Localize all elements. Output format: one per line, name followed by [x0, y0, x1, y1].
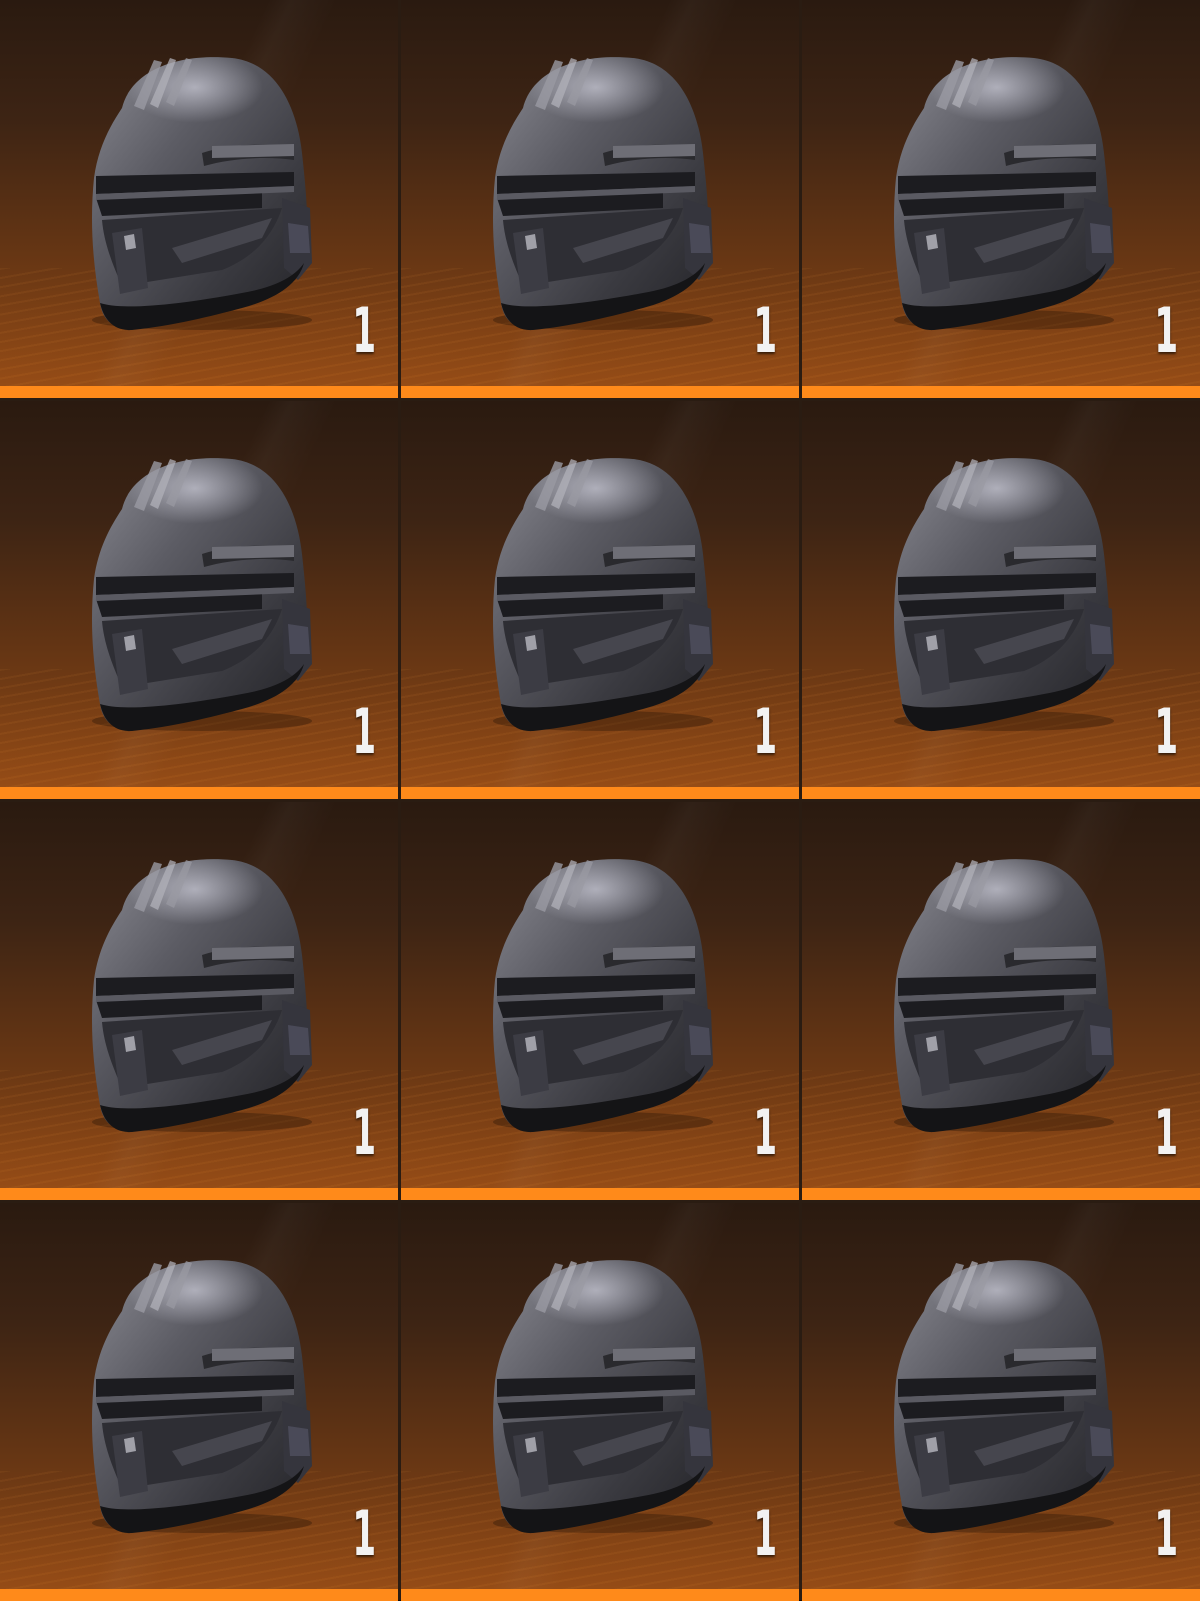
rarity-bar: [0, 1589, 398, 1601]
item-quantity: 1: [352, 695, 376, 768]
inventory-slot[interactable]: 1: [802, 0, 1200, 398]
item-quantity: 1: [1154, 1497, 1178, 1570]
inventory-grid: 1 1 1 1 1 1 1 1 1 1 1 1: [0, 0, 1200, 1601]
inventory-slot[interactable]: 1: [802, 401, 1200, 799]
helmet-icon: [62, 48, 332, 338]
item-quantity: 1: [1154, 695, 1178, 768]
helmet-icon: [864, 48, 1134, 338]
helmet-icon: [62, 449, 332, 739]
item-quantity: 1: [753, 1096, 777, 1169]
helmet-icon: [864, 449, 1134, 739]
rarity-bar: [802, 386, 1200, 398]
inventory-slot[interactable]: 1: [401, 802, 799, 1200]
rarity-bar: [401, 1589, 799, 1601]
item-quantity: 1: [352, 294, 376, 367]
inventory-slot[interactable]: 1: [0, 1203, 398, 1601]
item-quantity: 1: [1154, 1096, 1178, 1169]
rarity-bar: [0, 386, 398, 398]
inventory-slot[interactable]: 1: [802, 802, 1200, 1200]
inventory-slot[interactable]: 1: [0, 802, 398, 1200]
inventory-slot[interactable]: 1: [0, 0, 398, 398]
helmet-icon: [62, 850, 332, 1140]
rarity-bar: [0, 1188, 398, 1200]
rarity-bar: [401, 386, 799, 398]
item-quantity: 1: [753, 294, 777, 367]
item-quantity: 1: [753, 1497, 777, 1570]
inventory-slot[interactable]: 1: [401, 1203, 799, 1601]
rarity-bar: [401, 787, 799, 799]
rarity-bar: [802, 1188, 1200, 1200]
inventory-slot[interactable]: 1: [401, 401, 799, 799]
helmet-icon: [463, 48, 733, 338]
rarity-bar: [802, 787, 1200, 799]
item-quantity: 1: [753, 695, 777, 768]
rarity-bar: [401, 1188, 799, 1200]
helmet-icon: [463, 1251, 733, 1541]
helmet-icon: [864, 1251, 1134, 1541]
helmet-icon: [62, 1251, 332, 1541]
helmet-icon: [864, 850, 1134, 1140]
inventory-slot[interactable]: 1: [802, 1203, 1200, 1601]
rarity-bar: [802, 1589, 1200, 1601]
rarity-bar: [0, 787, 398, 799]
item-quantity: 1: [352, 1497, 376, 1570]
helmet-icon: [463, 850, 733, 1140]
inventory-slot[interactable]: 1: [401, 0, 799, 398]
item-quantity: 1: [1154, 294, 1178, 367]
inventory-slot[interactable]: 1: [0, 401, 398, 799]
item-quantity: 1: [352, 1096, 376, 1169]
helmet-icon: [463, 449, 733, 739]
